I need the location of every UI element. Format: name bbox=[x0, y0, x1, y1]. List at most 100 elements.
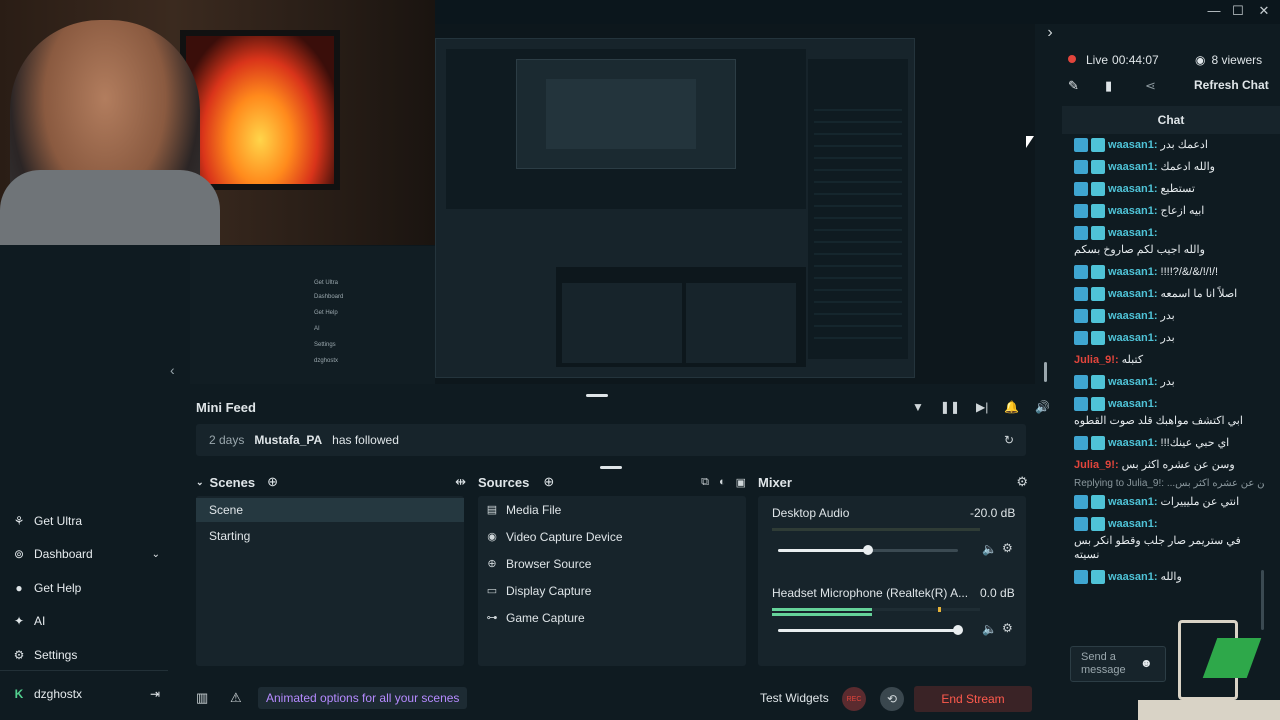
chat-message: waasan1: بدر bbox=[1062, 305, 1264, 327]
live-label: Live bbox=[1086, 53, 1109, 67]
chat-username[interactable]: waasan1: bbox=[1108, 495, 1158, 509]
logout-icon[interactable]: ⇥ bbox=[150, 687, 160, 701]
nav-divider bbox=[0, 670, 168, 671]
chat-username[interactable]: waasan1: bbox=[1108, 436, 1158, 450]
volume-slider-knob[interactable] bbox=[863, 545, 873, 555]
webcam-icon: ◉ bbox=[487, 531, 497, 543]
chat-message: waasan1: ابي اكتشف مواهبك قلد صوت القطوه bbox=[1062, 393, 1264, 432]
media-file-icon: ▤ bbox=[486, 504, 498, 516]
refresh-icon[interactable]: ↻ bbox=[1004, 433, 1014, 447]
camera-icon[interactable]: ▮ bbox=[1105, 78, 1112, 94]
scene-transition-icon[interactable]: ⇹ bbox=[455, 474, 466, 490]
chat-username[interactable]: waasan1: bbox=[1108, 331, 1158, 345]
scene-item-active[interactable]: Scene bbox=[196, 498, 464, 522]
mic-icon[interactable]: ◐ bbox=[719, 476, 726, 489]
rec-button[interactable]: REC bbox=[842, 687, 866, 711]
chat-message: waasan1: والله bbox=[1062, 566, 1264, 588]
chat-username[interactable]: waasan1: bbox=[1108, 226, 1158, 240]
promo-banner[interactable]: Animated options for all your scenes bbox=[258, 687, 468, 709]
source-item[interactable]: ⊶ Game Capture bbox=[486, 604, 738, 631]
source-label: Video Capture Device bbox=[506, 529, 623, 544]
skip-icon[interactable]: ▶| bbox=[976, 400, 988, 414]
filter-icon[interactable]: ▼ bbox=[912, 400, 924, 414]
monitor-icon: ▭ bbox=[486, 585, 498, 597]
nav-settings[interactable]: ⚙ Settings bbox=[12, 644, 78, 666]
gear-icon[interactable]: ⚙ bbox=[1002, 621, 1013, 635]
speaker-icon[interactable]: 🔈 bbox=[982, 542, 997, 556]
add-source-icon[interactable]: ⊕ bbox=[543, 474, 554, 490]
chat-username[interactable]: waasan1: bbox=[1108, 160, 1158, 174]
end-stream-label: End Stream bbox=[941, 692, 1005, 706]
collapse-left-chevron-icon[interactable]: ‹ bbox=[170, 362, 175, 378]
volume-slider-knob[interactable] bbox=[953, 625, 963, 635]
nav-label: Get Help bbox=[34, 581, 82, 595]
broadcaster-badge-icon bbox=[1074, 309, 1088, 323]
nav-label: Settings bbox=[34, 648, 78, 662]
chat-username[interactable]: Julia_9!: bbox=[1074, 458, 1119, 472]
copy-icon[interactable]: ⧉ bbox=[701, 476, 709, 489]
broadcaster-badge-icon bbox=[1074, 287, 1088, 301]
alert-icon[interactable]: ⚠ bbox=[230, 690, 242, 706]
collapse-chat-chevron-icon[interactable]: › bbox=[1040, 24, 1060, 42]
chat-username[interactable]: waasan1: bbox=[1108, 397, 1158, 411]
nav-ai[interactable]: ✦ AI bbox=[12, 610, 45, 632]
gear-icon[interactable]: ⚙ bbox=[1002, 541, 1013, 555]
chat-text: بدر bbox=[1160, 310, 1175, 322]
folder-icon[interactable]: ▣ bbox=[736, 476, 746, 489]
pause-icon[interactable]: ❚❚ bbox=[940, 400, 960, 414]
nav-dashboard[interactable]: ⊚ Dashboard ⌄ bbox=[12, 543, 160, 565]
nav-user[interactable]: K dzghostx ⇥ bbox=[12, 683, 160, 705]
minimize-button[interactable]: — bbox=[1203, 2, 1225, 20]
source-item[interactable]: ◉ Video Capture Device bbox=[486, 523, 738, 550]
broadcaster-badge-icon bbox=[1074, 570, 1088, 584]
chat-username[interactable]: waasan1: bbox=[1108, 309, 1158, 323]
editor-main: Mini Feed ▼ ❚❚ ▶| 🔔 🔊 2 days Mustafa_PA … bbox=[168, 384, 1050, 720]
add-scene-icon[interactable]: ⊕ bbox=[267, 474, 278, 490]
speaker-icon[interactable]: 🔈 bbox=[982, 622, 997, 636]
chat-username[interactable]: waasan1: bbox=[1108, 182, 1158, 196]
stats-icon[interactable]: ▥ bbox=[196, 690, 208, 706]
chat-username[interactable]: waasan1: bbox=[1108, 570, 1158, 584]
source-item[interactable]: ▤ Media File bbox=[486, 496, 738, 523]
chat-username[interactable]: waasan1: bbox=[1108, 517, 1158, 531]
nav-get-ultra[interactable]: ⚘ Get Ultra bbox=[12, 510, 82, 532]
chat-text: ادعمك بدر bbox=[1160, 139, 1208, 151]
edit-icon[interactable]: ✎ bbox=[1068, 78, 1079, 94]
replay-buffer-icon[interactable]: ⟲ bbox=[880, 687, 904, 711]
resize-handle[interactable] bbox=[586, 394, 608, 397]
source-item[interactable]: ▭ Display Capture bbox=[486, 577, 738, 604]
refresh-chat-button[interactable]: Refresh Chat bbox=[1194, 78, 1269, 92]
chat-text: تستطيع bbox=[1160, 183, 1195, 195]
feed-time: 2 days bbox=[209, 433, 245, 447]
test-widgets-button[interactable]: Test Widgets bbox=[760, 691, 829, 705]
mouse-cursor-icon bbox=[1026, 136, 1034, 148]
broadcaster-badge-icon bbox=[1074, 331, 1088, 345]
resize-handle[interactable] bbox=[600, 466, 622, 469]
chat-username[interactable]: waasan1: bbox=[1108, 287, 1158, 301]
chat-username[interactable]: waasan1: bbox=[1108, 204, 1158, 218]
maximize-button[interactable]: ☐ bbox=[1227, 2, 1249, 20]
volume-icon[interactable]: 🔊 bbox=[1035, 400, 1050, 414]
close-button[interactable]: ✕ bbox=[1253, 2, 1275, 20]
elite-logo-image bbox=[1138, 618, 1280, 720]
gear-icon[interactable]: ⚙ bbox=[1016, 474, 1028, 490]
share-icon[interactable]: ⋖ bbox=[1145, 78, 1156, 94]
end-stream-button[interactable]: End Stream bbox=[914, 686, 1032, 712]
source-label: Game Capture bbox=[506, 610, 585, 625]
username: dzghostx bbox=[34, 687, 83, 701]
chat-username[interactable]: waasan1: bbox=[1108, 138, 1158, 152]
chat-username[interactable]: waasan1: bbox=[1108, 375, 1158, 389]
mixer-channel-name: Headset Microphone (Realtek(R) A... bbox=[772, 586, 967, 600]
chat-text: في ستريمر صار جلب وقطو انكر بس نسيته bbox=[1074, 535, 1241, 561]
subscriber-badge-icon bbox=[1091, 226, 1105, 240]
chevron-down-icon[interactable]: ⌄ bbox=[196, 477, 204, 488]
source-label: Browser Source bbox=[506, 556, 592, 571]
nav-get-help[interactable]: ● Get Help bbox=[12, 577, 81, 599]
preview-scrollbar[interactable] bbox=[1044, 362, 1047, 382]
source-item[interactable]: ⊕ Browser Source bbox=[486, 550, 738, 577]
chat-username[interactable]: waasan1: bbox=[1108, 265, 1158, 279]
nested-preview-screen bbox=[435, 38, 915, 378]
chat-username[interactable]: Julia_9!: bbox=[1074, 353, 1119, 367]
scene-item[interactable]: Starting bbox=[196, 524, 464, 548]
bell-icon[interactable]: 🔔 bbox=[1004, 400, 1019, 414]
